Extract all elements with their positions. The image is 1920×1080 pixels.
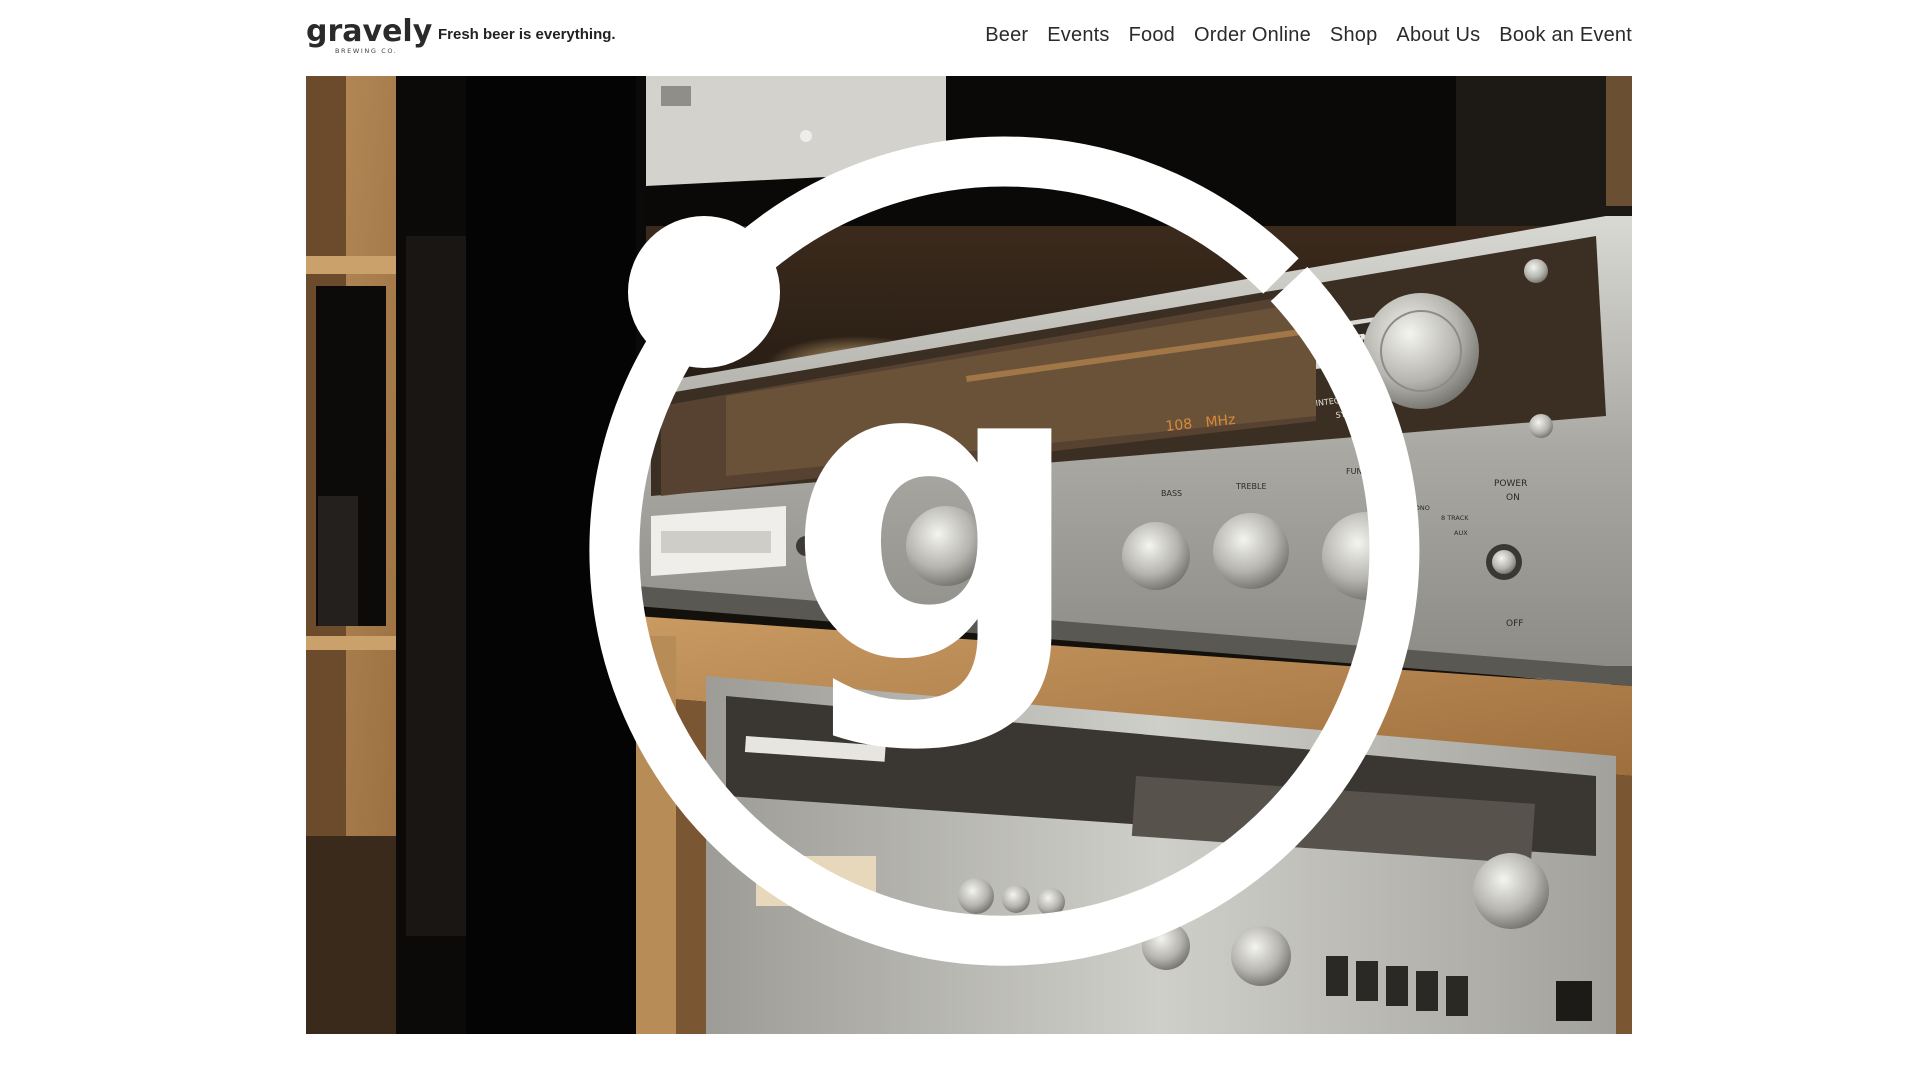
brand-wordmark: gravely	[306, 14, 433, 49]
treble-knob	[1213, 513, 1289, 589]
nav-item-about-us[interactable]: About Us	[1396, 24, 1480, 47]
label-8-track: 8 TRACK	[1441, 514, 1469, 522]
hero-image: 108 MHz ZENITH INTEGRATED STEREO SYSTEM …	[306, 76, 1632, 1034]
bass-knob	[1122, 522, 1190, 590]
nav-item-book-an-event[interactable]: Book an Event	[1499, 24, 1632, 47]
hero-photo-svg: 108 MHz ZENITH INTEGRATED STEREO SYSTEM …	[306, 76, 1632, 1034]
label-off: OFF	[1506, 619, 1523, 629]
brand-subname: BREWING CO.	[335, 47, 398, 55]
brand-logo[interactable]: gravely BREWING CO.	[306, 16, 432, 58]
label-bass: BASS	[1161, 489, 1182, 498]
dial-unit: MHz	[1205, 412, 1236, 431]
nav-item-shop[interactable]: Shop	[1330, 24, 1378, 47]
main-nav: Beer Events Food Order Online Shop About…	[985, 24, 1632, 47]
brand-tagline: Fresh beer is everything.	[438, 26, 616, 43]
nav-item-events[interactable]: Events	[1047, 24, 1109, 47]
nav-item-food[interactable]: Food	[1129, 24, 1175, 47]
label-aux: AUX	[1454, 529, 1468, 537]
nav-item-beer[interactable]: Beer	[985, 24, 1028, 47]
label-treble: TREBLE	[1235, 482, 1267, 491]
lower-tuning-knob	[1473, 853, 1549, 929]
label-on: ON	[1506, 493, 1520, 503]
label-power: POWER	[1494, 479, 1527, 489]
nav-item-order-online[interactable]: Order Online	[1194, 24, 1311, 47]
overlay-letter-g: g	[786, 269, 1087, 758]
site-header: gravely BREWING CO. Fresh beer is everyt…	[306, 0, 1632, 75]
dial-readout: 108	[1165, 416, 1193, 435]
